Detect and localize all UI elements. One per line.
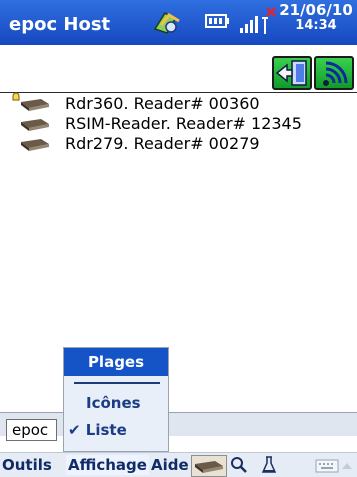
- list-item[interactable]: Rdr360. Reader# 00360: [0, 92, 357, 114]
- reader-label: Rdr360. Reader# 00360: [65, 94, 260, 113]
- title-bar: epoc Host 21/06/10 14:34: [0, 0, 357, 45]
- menu-separator: [74, 382, 160, 384]
- signal-icon[interactable]: [238, 6, 278, 38]
- search-icon[interactable]: [229, 455, 249, 475]
- clock-date: 21/06/10: [279, 1, 353, 19]
- keyboard-icon[interactable]: [315, 459, 339, 473]
- exit-button[interactable]: [272, 56, 312, 90]
- reader-icon: [21, 119, 49, 131]
- clock-time: 14:34: [295, 18, 337, 33]
- reader-label: RSIM-Reader. Reader# 12345: [65, 114, 302, 133]
- reader-button[interactable]: [191, 455, 227, 477]
- menu-item-icones[interactable]: Icônes: [86, 393, 141, 413]
- toolbar: [0, 45, 357, 93]
- list-item[interactable]: RSIM-Reader. Reader# 12345: [0, 114, 357, 134]
- reader-icon: [195, 461, 223, 473]
- wireless-icon: [323, 61, 348, 86]
- reader-icon: [21, 139, 49, 151]
- input-bar: epoc: [0, 412, 357, 441]
- text-input[interactable]: epoc: [6, 419, 57, 441]
- menu-item-plages[interactable]: Plages: [64, 348, 168, 376]
- reader-label: Rdr279. Reader# 00279: [65, 134, 260, 153]
- chevron-up-icon[interactable]: [341, 462, 353, 470]
- app-title: epoc Host: [9, 14, 111, 35]
- menu-item-liste[interactable]: ✔ Liste: [68, 420, 127, 440]
- sync-icon[interactable]: [151, 5, 183, 37]
- battery-icon[interactable]: [205, 12, 229, 30]
- menu-aide[interactable]: Aide: [151, 455, 189, 475]
- menu-outils[interactable]: Outils: [2, 455, 52, 475]
- wireless-button[interactable]: [314, 56, 354, 90]
- menu-affichage[interactable]: Affichage: [66, 455, 149, 475]
- flask-icon[interactable]: [259, 455, 279, 475]
- exit-icon: [275, 60, 307, 86]
- clock[interactable]: 21/06/10 14:34: [278, 1, 354, 34]
- reader-icon: [21, 99, 49, 111]
- list-item[interactable]: Rdr279. Reader# 00279: [0, 134, 357, 154]
- affichage-popup-menu: Plages Icônes ✔ Liste: [63, 347, 169, 452]
- menu-bar: Outils Affichage Aide: [0, 452, 357, 477]
